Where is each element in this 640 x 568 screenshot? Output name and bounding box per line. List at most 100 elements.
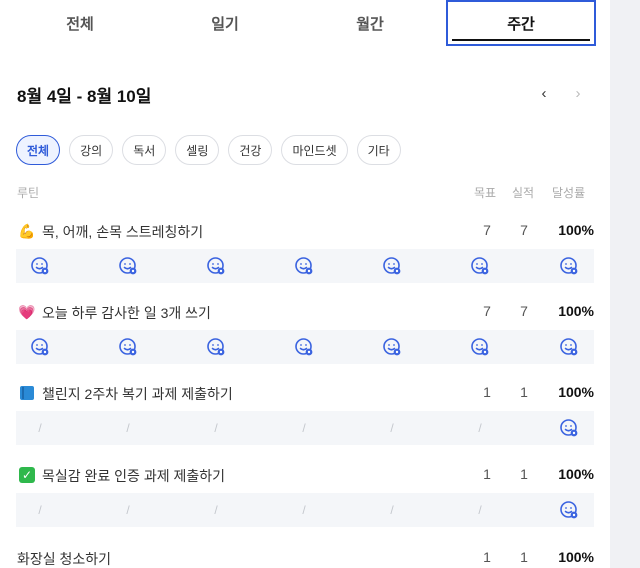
day-check-done[interactable]	[460, 330, 500, 364]
smiley-check-icon	[119, 338, 137, 356]
day-check-done[interactable]	[20, 249, 60, 283]
tab-all[interactable]: 전체	[5, 0, 155, 46]
week-range-title: 8월 4일 - 8월 10일	[17, 87, 152, 106]
chevron-right-icon: ›	[575, 84, 581, 102]
category-chip-selling[interactable]: 셀링	[175, 135, 220, 165]
previous-week-button[interactable]: ‹	[534, 82, 554, 104]
slash-mark: /	[478, 421, 482, 435]
check-mark-button-icon: ✓	[18, 466, 36, 484]
day-check-done[interactable]	[108, 330, 148, 364]
day-check-empty[interactable]: /	[108, 493, 148, 527]
routine-rate: 100%	[558, 303, 594, 319]
category-chip-reading[interactable]: 독서	[122, 135, 167, 165]
slash-mark: /	[214, 421, 218, 435]
day-check-empty[interactable]: /	[284, 411, 324, 445]
routine-row[interactable]: 챌린지 2주차 복기 과제 제출하기 1 1 100%	[0, 378, 610, 408]
next-week-button[interactable]: ›	[568, 82, 588, 104]
day-check-done[interactable]	[372, 330, 412, 364]
day-check-done[interactable]	[196, 249, 236, 283]
category-chip-health[interactable]: 건강	[228, 135, 273, 165]
smiley-check-icon	[295, 338, 313, 356]
day-check-done[interactable]	[284, 249, 324, 283]
day-check-empty[interactable]: /	[196, 411, 236, 445]
category-filter: 전체 강의 독서 셀링 건강 마인드셋 기타	[16, 135, 401, 165]
routine-rate: 100%	[558, 384, 594, 400]
day-check-done[interactable]	[20, 330, 60, 364]
day-check-empty[interactable]: /	[284, 493, 324, 527]
smiley-check-icon	[207, 338, 225, 356]
tab-monthly[interactable]: 월간	[295, 0, 445, 46]
day-check-empty[interactable]: /	[372, 411, 412, 445]
day-check-empty[interactable]: /	[372, 493, 412, 527]
category-chip-all[interactable]: 전체	[16, 135, 61, 165]
slash-mark: /	[302, 503, 306, 517]
day-check-strip: / / / / / /	[16, 411, 594, 445]
category-chip-mindset[interactable]: 마인드셋	[281, 135, 348, 165]
side-gutter	[610, 0, 640, 568]
day-check-strip	[16, 249, 594, 283]
smiley-check-icon	[471, 257, 489, 275]
pink-heart-icon: 💗	[18, 303, 36, 320]
routine-row[interactable]: 화장실 청소하기 1 1 100%	[0, 543, 610, 568]
tab-diary[interactable]: 일기	[150, 0, 300, 46]
smiley-check-icon	[31, 338, 49, 356]
slash-mark: /	[38, 421, 42, 435]
category-chip-etc[interactable]: 기타	[356, 135, 401, 165]
day-check-done[interactable]	[284, 330, 324, 364]
column-header-goal: 목표	[474, 186, 497, 200]
day-check-done[interactable]	[549, 493, 589, 527]
slash-mark: /	[390, 503, 394, 517]
smiley-check-icon	[560, 419, 578, 437]
slash-mark: /	[478, 503, 482, 517]
routine-goal: 7	[483, 303, 491, 319]
column-header-actual: 실적	[512, 186, 535, 200]
routine-goal: 1	[483, 384, 491, 400]
column-header-rate: 달성률	[552, 186, 586, 200]
day-check-done[interactable]	[372, 249, 412, 283]
routine-name: 목실감 완료 인증 과제 제출하기	[42, 468, 225, 484]
day-check-done[interactable]	[196, 330, 236, 364]
day-check-strip: / / / / / /	[16, 493, 594, 527]
day-check-empty[interactable]: /	[20, 411, 60, 445]
smiley-check-icon	[560, 338, 578, 356]
column-header-routine: 루틴	[17, 186, 40, 200]
routine-row[interactable]: 💗 오늘 하루 감사한 일 3개 쓰기 7 7 100%	[0, 297, 610, 327]
slash-mark: /	[302, 421, 306, 435]
day-check-done[interactable]	[549, 330, 589, 364]
day-check-done[interactable]	[549, 411, 589, 445]
day-check-empty[interactable]: /	[460, 411, 500, 445]
slash-mark: /	[214, 503, 218, 517]
slash-mark: /	[126, 421, 130, 435]
day-check-strip	[16, 330, 594, 364]
day-check-done[interactable]	[460, 249, 500, 283]
day-check-done[interactable]	[108, 249, 148, 283]
day-check-empty[interactable]: /	[20, 493, 60, 527]
routine-name: 오늘 하루 감사한 일 3개 쓰기	[42, 305, 211, 321]
smiley-check-icon	[207, 257, 225, 275]
routine-row[interactable]: 💪 목, 어깨, 손목 스트레칭하기 7 7 100%	[0, 216, 610, 246]
routine-name: 화장실 청소하기	[17, 551, 112, 567]
smiley-check-icon	[560, 257, 578, 275]
weekly-routine-panel: 전체 일기 월간 주간 8월 4일 - 8월 10일 ‹ › 전체 강의 독서 …	[0, 0, 610, 568]
day-check-done[interactable]	[549, 249, 589, 283]
routine-goal: 1	[483, 466, 491, 482]
routine-row[interactable]: ✓ 목실감 완료 인증 과제 제출하기 1 1 100%	[0, 460, 610, 490]
smiley-check-icon	[383, 338, 401, 356]
day-check-empty[interactable]: /	[196, 493, 236, 527]
category-chip-lecture[interactable]: 강의	[69, 135, 114, 165]
smiley-check-icon	[295, 257, 313, 275]
day-check-empty[interactable]: /	[108, 411, 148, 445]
routine-actual: 7	[520, 303, 528, 319]
slash-mark: /	[390, 421, 394, 435]
smiley-check-icon	[383, 257, 401, 275]
slash-mark: /	[126, 503, 130, 517]
day-check-empty[interactable]: /	[460, 493, 500, 527]
routine-goal: 1	[483, 549, 491, 565]
routine-rate: 100%	[558, 549, 594, 565]
tab-weekly[interactable]: 주간	[446, 0, 596, 46]
check-mark-glyph: ✓	[19, 467, 35, 483]
routine-name: 챌린지 2주차 복기 과제 제출하기	[42, 386, 233, 402]
routine-actual: 1	[520, 549, 528, 565]
chevron-left-icon: ‹	[541, 84, 547, 102]
smiley-check-icon	[471, 338, 489, 356]
